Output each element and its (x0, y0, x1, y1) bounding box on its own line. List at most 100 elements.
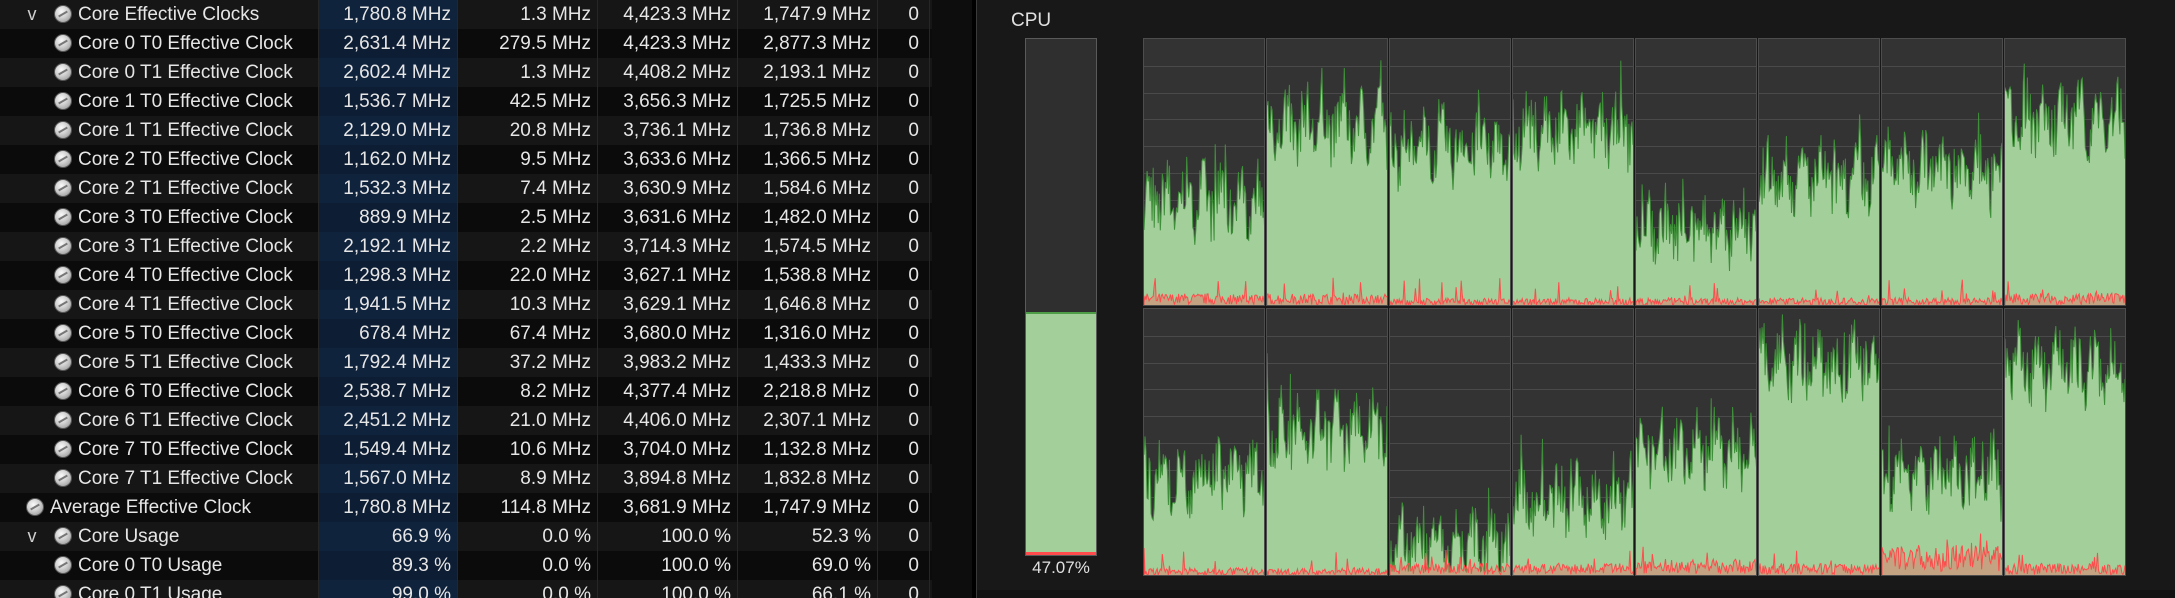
average-value-cell: 2,218.8 MHz (763, 381, 871, 402)
sensor-row[interactable]: Core 2 T0 Effective Clock 1,162.0 MHz 9.5 … (0, 145, 932, 174)
maximum-value-cell: 4,408.2 MHz (623, 62, 731, 83)
maximum-value-cell: 4,377.4 MHz (623, 381, 731, 402)
sensor-row[interactable]: Core 0 T1 Usage 99.0 % 0.0 % 100.0 % 66.1 % 0 (0, 580, 932, 598)
core-usage-chart (1390, 66, 1510, 305)
current-value-cell: 2,192.1 MHz (318, 232, 457, 261)
extra-value-cell: 0 (908, 265, 919, 286)
maximum-value-cell: 3,630.9 MHz (623, 178, 731, 199)
sensor-name-cell: v Core Usage (0, 522, 318, 551)
sensor-row[interactable]: Core 6 T0 Effective Clock 2,538.7 MHz 8.2 … (0, 377, 932, 406)
core-usage-chart (1759, 314, 1879, 575)
sensor-row[interactable]: Core 0 T0 Usage 89.3 % 0.0 % 100.0 % 69.0 % 0 (0, 551, 932, 580)
minimum-value-cell: 2.2 MHz (520, 236, 591, 257)
core-usage-chart (1390, 336, 1510, 575)
sensor-row[interactable]: Core 1 T0 Effective Clock 1,536.7 MHz 42.5… (0, 87, 932, 116)
average-value-cell: 1,366.5 MHz (763, 149, 871, 170)
average-value-cell: 1,747.9 MHz (763, 497, 871, 518)
current-value-cell: 99.0 % (318, 580, 457, 598)
sensor-row[interactable]: Core 1 T1 Effective Clock 2,129.0 MHz 20.8… (0, 116, 932, 145)
chevron-down-icon[interactable]: v (22, 0, 42, 29)
sensor-row[interactable]: Average Effective Clock 1,780.8 MHz 114.8 … (0, 493, 932, 522)
gauge-icon (54, 440, 72, 458)
average-value-cell: 1,832.8 MHz (763, 468, 871, 489)
maximum-value-cell: 4,423.3 MHz (623, 33, 731, 54)
sensor-row[interactable]: v Core Usage 66.9 % 0.0 % 100.0 % 52.3 % 0 (0, 522, 932, 551)
current-value-cell: 1,780.8 MHz (318, 493, 457, 522)
current-value-cell: 66.9 % (318, 522, 457, 551)
gauge-icon (54, 5, 72, 23)
core-usage-chart (2005, 319, 2125, 575)
gauge-icon (54, 585, 72, 598)
sensor-name-cell: Average Effective Clock (0, 493, 318, 522)
core-usage-chart (2005, 63, 2125, 305)
core-usage-graph (1266, 38, 1388, 306)
sensor-row[interactable]: Core 3 T1 Effective Clock 2,192.1 MHz 2.2 … (0, 232, 932, 261)
column-separator (737, 0, 738, 598)
maximum-value-cell: 3,714.3 MHz (623, 236, 731, 257)
core-usage-graph (1143, 308, 1265, 576)
sensor-row[interactable]: Core 5 T0 Effective Clock 678.4 MHz 67.4 M… (0, 319, 932, 348)
sensor-row[interactable]: Core 4 T0 Effective Clock 1,298.3 MHz 22.0… (0, 261, 932, 290)
core-usage-graph (1389, 38, 1511, 306)
average-value-cell: 1,132.8 MHz (763, 439, 871, 460)
sensor-label: Core 4 T0 Effective Clock (78, 265, 293, 286)
usage-area (1390, 89, 1510, 305)
maximum-value-cell: 3,680.0 MHz (623, 323, 731, 344)
sensor-name-cell: Core 5 T1 Effective Clock (0, 348, 318, 377)
minimum-value-cell: 10.6 MHz (509, 439, 591, 460)
sensor-row[interactable]: Core 0 T1 Effective Clock 2,602.4 MHz 1.3 … (0, 58, 932, 87)
total-usage-fill (1026, 312, 1096, 555)
maximum-value-cell: 4,423.3 MHz (623, 4, 731, 25)
core-usage-chart (1267, 60, 1387, 305)
average-value-cell: 1,736.8 MHz (763, 120, 871, 141)
gauge-icon (54, 266, 72, 284)
extra-value-cell: 0 (908, 468, 919, 489)
minimum-value-cell: 8.2 MHz (520, 381, 591, 402)
current-value-cell: 1,941.5 MHz (318, 290, 457, 319)
gauge-icon (54, 92, 72, 110)
gauge-icon (54, 411, 72, 429)
sensor-label: Core 7 T0 Effective Clock (78, 439, 293, 460)
sensor-row[interactable]: Core 7 T1 Effective Clock 1,567.0 MHz 8.9 … (0, 464, 932, 493)
core-usage-graph (2004, 308, 2126, 576)
sensor-label: Core 6 T1 Effective Clock (78, 410, 293, 431)
sensor-row[interactable]: Core 4 T1 Effective Clock 1,941.5 MHz 10.3… (0, 290, 932, 319)
sensor-name-cell: v Core Effective Clocks (0, 0, 318, 29)
current-value-cell: 1,298.3 MHz (318, 261, 457, 290)
current-value-cell: 2,129.0 MHz (318, 116, 457, 145)
sensor-name-cell: Core 0 T0 Usage (0, 551, 318, 580)
extra-value-cell: 0 (908, 352, 919, 373)
sensor-name-cell: Core 2 T0 Effective Clock (0, 145, 318, 174)
sensor-name-cell: Core 0 T0 Effective Clock (0, 29, 318, 58)
core-usage-chart (1636, 66, 1756, 305)
gauge-icon (54, 353, 72, 371)
sensor-row[interactable]: Core 5 T1 Effective Clock 1,792.4 MHz 37.2… (0, 348, 932, 377)
maximum-value-cell: 3,704.0 MHz (623, 439, 731, 460)
maximum-value-cell: 3,983.2 MHz (623, 352, 731, 373)
core-usage-graph (1389, 308, 1511, 576)
minimum-value-cell: 1.3 MHz (520, 4, 591, 25)
current-value-cell: 2,451.2 MHz (318, 406, 457, 435)
chevron-down-icon[interactable]: v (22, 522, 42, 551)
sensor-row[interactable]: Core 0 T0 Effective Clock 2,631.4 MHz 279.… (0, 29, 932, 58)
minimum-value-cell: 7.4 MHz (520, 178, 591, 199)
sensor-row[interactable]: Core 2 T1 Effective Clock 1,532.3 MHz 7.4 … (0, 174, 932, 203)
maximum-value-cell: 3,736.1 MHz (623, 120, 731, 141)
column-separator (457, 0, 458, 598)
average-value-cell: 1,538.8 MHz (763, 265, 871, 286)
sensor-row[interactable]: Core 6 T1 Effective Clock 2,451.2 MHz 21.0… (0, 406, 932, 435)
current-value-cell: 1,532.3 MHz (318, 174, 457, 203)
extra-value-cell: 0 (908, 323, 919, 344)
total-kernel-fill (1026, 552, 1096, 555)
sensor-row[interactable]: Core 3 T0 Effective Clock 889.9 MHz 2.5 MH… (0, 203, 932, 232)
minimum-value-cell: 10.3 MHz (509, 294, 591, 315)
sensor-row[interactable]: v Core Effective Clocks 1,780.8 MHz 1.3 MHz… (0, 0, 932, 29)
sensor-row[interactable]: Core 7 T0 Effective Clock 1,549.4 MHz 10.6… (0, 435, 932, 464)
core-usage-chart (1513, 60, 1633, 305)
current-value-cell: 1,536.7 MHz (318, 87, 457, 116)
sensor-name-cell: Core 1 T1 Effective Clock (0, 116, 318, 145)
extra-value-cell: 0 (908, 207, 919, 228)
core-usage-chart (1513, 336, 1633, 575)
average-value-cell: 1,482.0 MHz (763, 207, 871, 228)
gauge-icon (54, 295, 72, 313)
